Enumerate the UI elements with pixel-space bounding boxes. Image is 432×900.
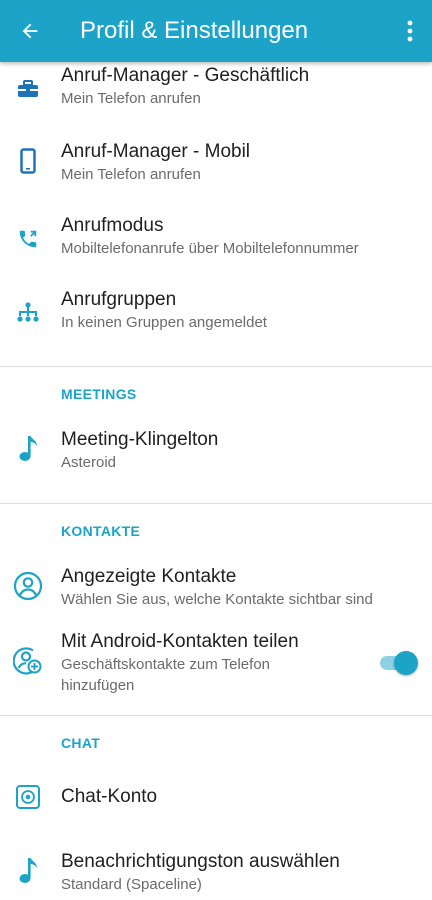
section-divider xyxy=(0,366,432,367)
setting-subtitle: Wählen Sie aus, welche Kontakte sichtbar… xyxy=(61,591,373,608)
overflow-menu-button[interactable] xyxy=(388,0,432,62)
setting-call-mode[interactable]: Anrufmodus Mobiltelefonanrufe über Mobil… xyxy=(0,208,432,268)
setting-subtitle: Mein Telefon anrufen xyxy=(61,90,201,107)
setting-call-manager-mobile[interactable]: Anruf-Manager - Mobil Mein Telefon anruf… xyxy=(0,134,432,194)
arrow-back-icon xyxy=(22,23,38,39)
section-header-contacts: KONTAKTE xyxy=(61,523,141,539)
setting-subtitle: Mobiltelefonanrufe über Mobiltelefonnumm… xyxy=(61,240,359,257)
toggle-thumb xyxy=(394,651,418,675)
setting-title: Chat-Konto xyxy=(61,786,158,807)
setting-share-android-contacts[interactable]: Mit Android-Kontakten teilen Geschäftsko… xyxy=(0,620,432,700)
setting-title: Angezeigte Kontakte xyxy=(61,566,237,587)
briefcase-icon xyxy=(13,74,43,104)
setting-title: Anrufgruppen xyxy=(61,289,177,310)
setting-subtitle: Mein Telefon anrufen xyxy=(61,166,201,183)
app-bar: Profil & Einstellungen xyxy=(0,0,432,62)
setting-notification-sound[interactable]: Benachrichtigungston auswählen Standard … xyxy=(0,842,432,900)
section-divider xyxy=(0,715,432,716)
contact-add-icon xyxy=(13,645,43,675)
smartphone-icon xyxy=(13,146,43,176)
section-divider xyxy=(0,503,432,504)
setting-chat-account[interactable]: Chat-Konto xyxy=(0,774,432,820)
share-contacts-toggle[interactable] xyxy=(380,651,418,675)
setting-title: Anruf-Manager - Mobil xyxy=(61,141,251,162)
setting-subtitle: Asteroid xyxy=(61,454,117,471)
setting-meeting-ringtone[interactable]: Meeting-Klingelton Asteroid xyxy=(0,420,432,480)
section-header-meetings: MEETINGS xyxy=(61,386,137,402)
setting-call-groups[interactable]: Anrufgruppen In keinen Gruppen angemelde… xyxy=(0,282,432,342)
account-circle-icon xyxy=(13,571,43,601)
page-title: Profil & Einstellungen xyxy=(80,17,309,44)
chat-account-icon xyxy=(13,782,43,812)
section-header-chat: CHAT xyxy=(61,735,101,751)
phone-callback-icon xyxy=(13,224,43,254)
setting-title: Anrufmodus xyxy=(61,215,164,236)
hierarchy-icon xyxy=(13,298,43,328)
music-note-icon xyxy=(13,856,43,886)
setting-title: Benachrichtigungston auswählen xyxy=(61,851,340,872)
setting-subtitle: Standard (Spaceline) xyxy=(61,876,202,893)
music-note-icon xyxy=(13,434,43,464)
setting-title: Meeting-Klingelton xyxy=(61,429,219,450)
setting-title: Anruf-Manager - Geschäftlich xyxy=(61,65,310,86)
setting-subtitle: Geschäftskontakte zum Telefon hinzufügen xyxy=(61,656,271,694)
setting-call-manager-business[interactable]: Anruf-Manager - Geschäftlich Mein Telefo… xyxy=(0,62,432,118)
setting-subtitle: In keinen Gruppen angemeldet xyxy=(61,314,267,331)
setting-shown-contacts[interactable]: Angezeigte Kontakte Wählen Sie aus, welc… xyxy=(0,557,432,617)
more-vert-icon xyxy=(407,20,413,42)
setting-title: Mit Android-Kontakten teilen xyxy=(61,631,299,652)
back-button[interactable] xyxy=(0,0,60,62)
